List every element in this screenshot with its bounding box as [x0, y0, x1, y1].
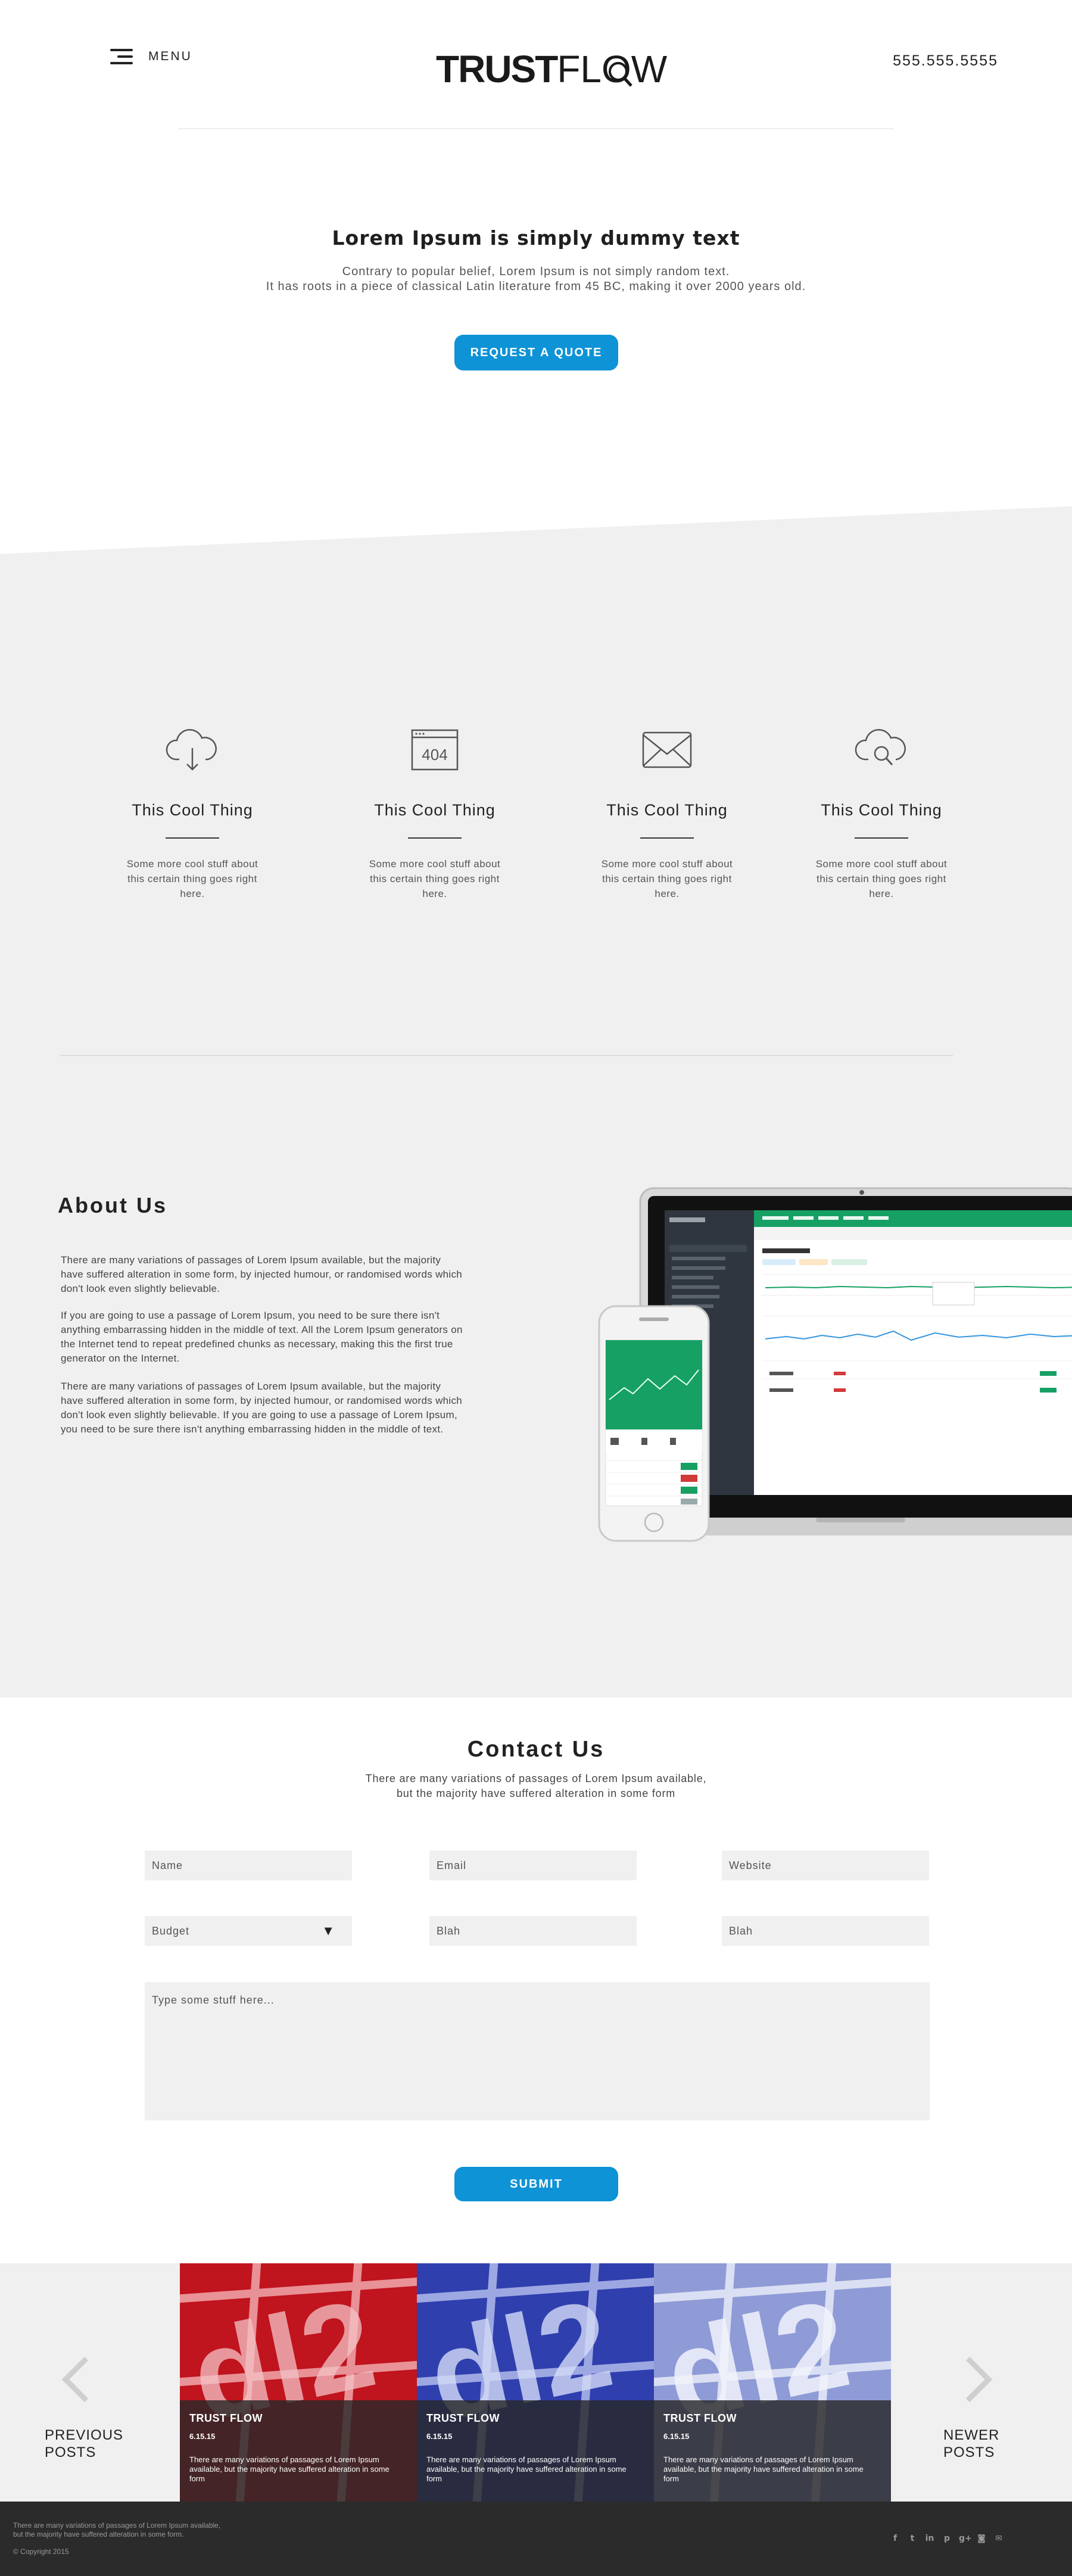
contact-title: Contact Us — [467, 1737, 605, 1762]
phone-number[interactable]: 555.555.5555 — [893, 52, 998, 70]
feature-title: This Cool Thing — [606, 801, 728, 819]
hero-text-line: It has roots in a piece of classical Lat… — [266, 280, 806, 293]
contact-subtitle: There are many variations of passages of… — [0, 1771, 1072, 1801]
instagram-icon[interactable]: ◙ — [976, 2533, 987, 2544]
site-logo[interactable]: TRUSTFLOW — [436, 45, 667, 93]
email-icon[interactable]: ✉ — [993, 2533, 1004, 2544]
previous-posts-label: POSTS — [45, 2444, 96, 2460]
feature-item: This Cool Thing Some more cool stuff abo… — [804, 727, 959, 901]
cloud-download-icon — [166, 728, 217, 771]
site-header: MENU TRUSTFLOW 555.555.5555 — [0, 0, 1072, 128]
post-title: TRUST FLOW — [426, 2412, 500, 2424]
footer-text-line: but the majority have suffered alteratio… — [13, 2530, 184, 2538]
menu-button[interactable]: MENU — [110, 49, 192, 64]
newer-posts-label: POSTS — [943, 2444, 995, 2460]
feature-item: This Cool Thing Some more cool stuff abo… — [590, 727, 744, 901]
footer-text: There are many variations of passages of… — [13, 2521, 287, 2539]
post-card[interactable]: dl2 TRUST FLOW 6.15.15 There are many va… — [654, 2263, 891, 2502]
request-quote-button[interactable]: REQUEST A QUOTE — [454, 335, 618, 370]
post-title: TRUST FLOW — [189, 2412, 263, 2424]
post-overlay: TRUST FLOW 6.15.15 There are many variat… — [180, 2400, 417, 2502]
feature-text: Some more cool stuff about this certain … — [815, 858, 948, 899]
dropdown-arrow-icon: ▼ — [322, 1923, 335, 1938]
feature-underline — [855, 837, 908, 839]
contact-subtitle-line: There are many variations of passages of… — [365, 1773, 707, 1784]
404-page-icon: 404 — [411, 729, 459, 771]
about-paragraph: There are many variations of passages of… — [61, 1254, 463, 1294]
post-card[interactable]: dl2 TRUST FLOW 6.15.15 There are many va… — [417, 2263, 654, 2502]
slant-white-wedge — [0, 500, 1072, 554]
feature-item: This Cool Thing Some more cool stuff abo… — [115, 727, 270, 901]
post-excerpt: There are many variations of passages of… — [189, 2455, 389, 2483]
footer-text-line: There are many variations of passages of… — [13, 2521, 221, 2530]
copyright: © Copyright 2015 — [13, 2547, 69, 2556]
chevron-left-icon[interactable] — [57, 2356, 98, 2403]
feature-item: 404 This Cool Thing Some more cool stuff… — [357, 727, 512, 901]
feature-text: Some more cool stuff about this certain … — [369, 858, 501, 899]
previous-posts-label: PREVIOUS — [45, 2427, 124, 2443]
magnifier-logo-icon — [609, 62, 632, 87]
linkedin-icon[interactable]: in — [924, 2533, 935, 2544]
feature-underline — [408, 837, 462, 839]
post-date: 6.15.15 — [426, 2432, 453, 2441]
hero-text: Contrary to popular belief, Lorem Ipsum … — [0, 264, 1072, 294]
post-date: 6.15.15 — [189, 2432, 216, 2441]
menu-label: MENU — [148, 49, 192, 63]
email-field[interactable]: Email — [429, 1851, 637, 1880]
post-title: TRUST FLOW — [663, 2412, 737, 2424]
facebook-icon[interactable]: f — [890, 2533, 900, 2544]
about-title: About Us — [58, 1193, 167, 1217]
divider — [179, 128, 893, 129]
svg-text:404: 404 — [422, 746, 447, 764]
post-card[interactable]: dl2 TRUST FLOW 6.15.15 There are many va… — [180, 2263, 417, 2502]
feature-text: Some more cool stuff about this certain … — [126, 858, 258, 899]
google-plus-icon[interactable]: g+ — [959, 2533, 972, 2544]
phone-app-image — [598, 1305, 710, 1542]
feature-title: This Cool Thing — [821, 801, 942, 819]
hamburger-icon — [110, 49, 133, 64]
submit-button[interactable]: SUBMIT — [454, 2167, 618, 2201]
about-paragraph: If you are going to use a passage of Lor… — [61, 1310, 463, 1364]
previous-posts-link[interactable]: PREVIOUS POSTS — [45, 2427, 123, 2461]
cloud-search-icon — [855, 728, 906, 766]
blah-field[interactable]: Blah — [722, 1916, 929, 1946]
budget-select-value: Budget — [152, 1924, 190, 1937]
feature-title: This Cool Thing — [132, 801, 253, 819]
newer-posts-link[interactable]: NEWER POSTS — [943, 2427, 999, 2461]
hero-text-line: Contrary to popular belief, Lorem Ipsum … — [342, 265, 730, 278]
blah-field[interactable]: Blah — [429, 1916, 637, 1946]
name-field[interactable]: Name — [145, 1851, 352, 1880]
budget-select[interactable]: Budget ▼ — [145, 1916, 352, 1946]
hero-title: Lorem Ipsum is simply dummy text — [332, 226, 740, 250]
post-overlay: TRUST FLOW 6.15.15 There are many variat… — [654, 2400, 891, 2502]
chevron-right-icon[interactable] — [956, 2356, 998, 2403]
post-overlay: TRUST FLOW 6.15.15 There are many variat… — [417, 2400, 654, 2502]
feature-underline — [166, 837, 219, 839]
post-date: 6.15.15 — [663, 2432, 690, 2441]
twitter-icon[interactable]: t — [907, 2533, 918, 2544]
feature-text: Some more cool stuff about this certain … — [601, 858, 733, 899]
pinterest-icon[interactable]: p — [942, 2533, 952, 2544]
logo-bold-text: TRUST — [436, 48, 558, 91]
feature-title: This Cool Thing — [374, 801, 496, 819]
about-paragraph: There are many variations of passages of… — [61, 1381, 463, 1435]
feature-underline — [640, 837, 694, 839]
divider — [60, 1055, 953, 1056]
contact-subtitle-line: but the majority have suffered alteratio… — [396, 1787, 676, 1799]
post-excerpt: There are many variations of passages of… — [663, 2455, 864, 2483]
message-textarea[interactable]: Type some stuff here... — [145, 1982, 930, 2120]
social-links: f t in p g+ ◙ ✉ — [890, 2533, 1004, 2544]
post-excerpt: There are many variations of passages of… — [426, 2455, 627, 2483]
envelope-icon — [642, 731, 692, 768]
newer-posts-label: NEWER — [943, 2427, 1000, 2443]
website-field[interactable]: Website — [722, 1851, 929, 1880]
